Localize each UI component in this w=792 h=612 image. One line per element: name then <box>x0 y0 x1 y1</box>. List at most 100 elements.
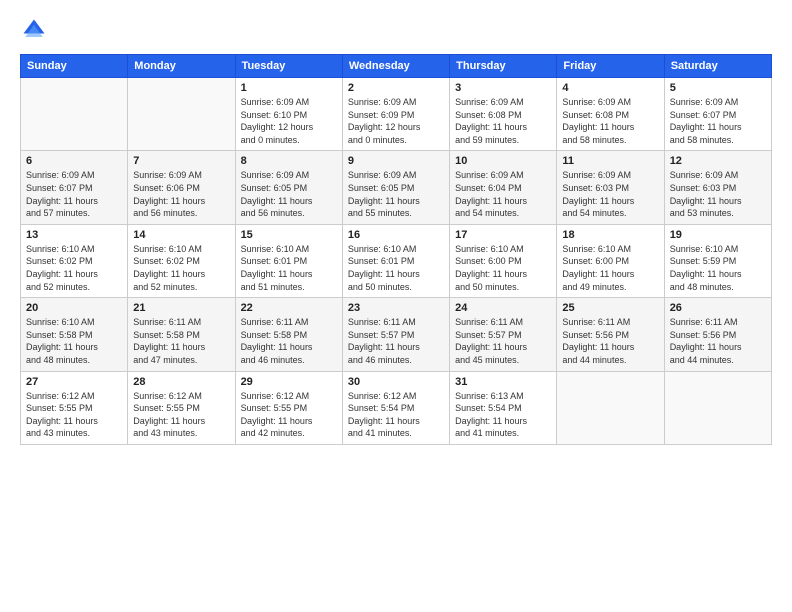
day-number: 2 <box>348 82 444 94</box>
calendar-day-cell: 29 Sunrise: 6:12 AM Sunset: 5:55 PM Dayli… <box>235 371 342 444</box>
day-number: 27 <box>26 376 122 388</box>
day-number: 4 <box>562 82 658 94</box>
day-number: 11 <box>562 155 658 167</box>
day-number: 5 <box>670 82 766 94</box>
calendar-day-cell: 9 Sunrise: 6:09 AM Sunset: 6:05 PM Daylig… <box>342 151 449 224</box>
day-number: 30 <box>348 376 444 388</box>
calendar-day-cell: 23 Sunrise: 6:11 AM Sunset: 5:57 PM Dayli… <box>342 298 449 371</box>
day-info: Sunrise: 6:11 AM Sunset: 5:56 PM Dayligh… <box>670 316 766 366</box>
calendar-day-cell: 17 Sunrise: 6:10 AM Sunset: 6:00 PM Dayli… <box>450 224 557 297</box>
day-number: 29 <box>241 376 337 388</box>
calendar-week-row: 13Sunrise: 6:10 AM Sunset: 6:02 PM Dayli… <box>21 224 772 297</box>
day-info: Sunrise: 6:11 AM Sunset: 5:57 PM Dayligh… <box>348 316 444 366</box>
calendar-day-cell <box>557 371 664 444</box>
calendar-day-cell: 13Sunrise: 6:10 AM Sunset: 6:02 PM Dayli… <box>21 224 128 297</box>
day-info: Sunrise: 6:10 AM Sunset: 6:02 PM Dayligh… <box>26 243 122 293</box>
day-info: Sunrise: 6:09 AM Sunset: 6:05 PM Dayligh… <box>241 169 337 219</box>
calendar-header-row: SundayMondayTuesdayWednesdayThursdayFrid… <box>21 55 772 78</box>
day-info: Sunrise: 6:12 AM Sunset: 5:55 PM Dayligh… <box>241 390 337 440</box>
day-number: 14 <box>133 229 229 241</box>
calendar-day-cell: 24 Sunrise: 6:11 AM Sunset: 5:57 PM Dayli… <box>450 298 557 371</box>
calendar-day-cell <box>128 78 235 151</box>
day-number: 16 <box>348 229 444 241</box>
calendar-day-cell: 22 Sunrise: 6:11 AM Sunset: 5:58 PM Dayli… <box>235 298 342 371</box>
calendar-week-row: 6Sunrise: 6:09 AM Sunset: 6:07 PM Daylig… <box>21 151 772 224</box>
calendar-day-cell <box>664 371 771 444</box>
calendar-day-cell: 15 Sunrise: 6:10 AM Sunset: 6:01 PM Dayli… <box>235 224 342 297</box>
calendar-day-cell: 16 Sunrise: 6:10 AM Sunset: 6:01 PM Dayli… <box>342 224 449 297</box>
day-number: 31 <box>455 376 551 388</box>
day-info: Sunrise: 6:09 AM Sunset: 6:06 PM Dayligh… <box>133 169 229 219</box>
day-info: Sunrise: 6:12 AM Sunset: 5:54 PM Dayligh… <box>348 390 444 440</box>
day-info: Sunrise: 6:09 AM Sunset: 6:08 PM Dayligh… <box>455 96 551 146</box>
day-info: Sunrise: 6:12 AM Sunset: 5:55 PM Dayligh… <box>133 390 229 440</box>
calendar-week-row: 20Sunrise: 6:10 AM Sunset: 5:58 PM Dayli… <box>21 298 772 371</box>
day-info: Sunrise: 6:11 AM Sunset: 5:58 PM Dayligh… <box>133 316 229 366</box>
calendar-day-cell: 12 Sunrise: 6:09 AM Sunset: 6:03 PM Dayli… <box>664 151 771 224</box>
day-of-week-header: Monday <box>128 55 235 78</box>
calendar-week-row: 1 Sunrise: 6:09 AM Sunset: 6:10 PM Daylig… <box>21 78 772 151</box>
day-info: Sunrise: 6:11 AM Sunset: 5:57 PM Dayligh… <box>455 316 551 366</box>
calendar-day-cell: 4Sunrise: 6:09 AM Sunset: 6:08 PM Daylig… <box>557 78 664 151</box>
calendar-day-cell: 19Sunrise: 6:10 AM Sunset: 5:59 PM Dayli… <box>664 224 771 297</box>
day-info: Sunrise: 6:12 AM Sunset: 5:55 PM Dayligh… <box>26 390 122 440</box>
calendar-day-cell: 31 Sunrise: 6:13 AM Sunset: 5:54 PM Dayli… <box>450 371 557 444</box>
day-of-week-header: Saturday <box>664 55 771 78</box>
calendar-day-cell: 27 Sunrise: 6:12 AM Sunset: 5:55 PM Dayli… <box>21 371 128 444</box>
day-info: Sunrise: 6:09 AM Sunset: 6:05 PM Dayligh… <box>348 169 444 219</box>
day-info: Sunrise: 6:09 AM Sunset: 6:09 PM Dayligh… <box>348 96 444 146</box>
day-number: 6 <box>26 155 122 167</box>
calendar-day-cell: 14 Sunrise: 6:10 AM Sunset: 6:02 PM Dayli… <box>128 224 235 297</box>
day-info: Sunrise: 6:09 AM Sunset: 6:03 PM Dayligh… <box>670 169 766 219</box>
day-info: Sunrise: 6:09 AM Sunset: 6:04 PM Dayligh… <box>455 169 551 219</box>
calendar-day-cell: 26 Sunrise: 6:11 AM Sunset: 5:56 PM Dayli… <box>664 298 771 371</box>
day-number: 1 <box>241 82 337 94</box>
logo <box>20 16 52 44</box>
day-info: Sunrise: 6:10 AM Sunset: 6:01 PM Dayligh… <box>348 243 444 293</box>
day-info: Sunrise: 6:10 AM Sunset: 6:01 PM Dayligh… <box>241 243 337 293</box>
calendar-day-cell: 2 Sunrise: 6:09 AM Sunset: 6:09 PM Daylig… <box>342 78 449 151</box>
calendar-day-cell: 6Sunrise: 6:09 AM Sunset: 6:07 PM Daylig… <box>21 151 128 224</box>
calendar-day-cell: 1 Sunrise: 6:09 AM Sunset: 6:10 PM Daylig… <box>235 78 342 151</box>
calendar-day-cell: 18Sunrise: 6:10 AM Sunset: 6:00 PM Dayli… <box>557 224 664 297</box>
day-of-week-header: Tuesday <box>235 55 342 78</box>
calendar-day-cell: 5 Sunrise: 6:09 AM Sunset: 6:07 PM Daylig… <box>664 78 771 151</box>
logo-icon <box>20 16 48 44</box>
day-number: 8 <box>241 155 337 167</box>
day-info: Sunrise: 6:11 AM Sunset: 5:58 PM Dayligh… <box>241 316 337 366</box>
day-info: Sunrise: 6:09 AM Sunset: 6:10 PM Dayligh… <box>241 96 337 146</box>
calendar-day-cell: 3 Sunrise: 6:09 AM Sunset: 6:08 PM Daylig… <box>450 78 557 151</box>
day-info: Sunrise: 6:09 AM Sunset: 6:03 PM Dayligh… <box>562 169 658 219</box>
calendar-day-cell: 11 Sunrise: 6:09 AM Sunset: 6:03 PM Dayli… <box>557 151 664 224</box>
day-number: 9 <box>348 155 444 167</box>
day-info: Sunrise: 6:10 AM Sunset: 6:02 PM Dayligh… <box>133 243 229 293</box>
calendar: SundayMondayTuesdayWednesdayThursdayFrid… <box>20 54 772 445</box>
day-number: 17 <box>455 229 551 241</box>
day-number: 19 <box>670 229 766 241</box>
day-number: 7 <box>133 155 229 167</box>
day-number: 18 <box>562 229 658 241</box>
day-number: 20 <box>26 302 122 314</box>
header <box>20 16 772 44</box>
day-info: Sunrise: 6:13 AM Sunset: 5:54 PM Dayligh… <box>455 390 551 440</box>
day-info: Sunrise: 6:09 AM Sunset: 6:07 PM Dayligh… <box>670 96 766 146</box>
day-number: 22 <box>241 302 337 314</box>
day-of-week-header: Wednesday <box>342 55 449 78</box>
day-number: 12 <box>670 155 766 167</box>
day-number: 10 <box>455 155 551 167</box>
calendar-day-cell: 28Sunrise: 6:12 AM Sunset: 5:55 PM Dayli… <box>128 371 235 444</box>
day-number: 15 <box>241 229 337 241</box>
day-number: 24 <box>455 302 551 314</box>
calendar-day-cell: 21Sunrise: 6:11 AM Sunset: 5:58 PM Dayli… <box>128 298 235 371</box>
page: SundayMondayTuesdayWednesdayThursdayFrid… <box>0 0 792 612</box>
calendar-day-cell: 10 Sunrise: 6:09 AM Sunset: 6:04 PM Dayli… <box>450 151 557 224</box>
calendar-day-cell <box>21 78 128 151</box>
calendar-week-row: 27 Sunrise: 6:12 AM Sunset: 5:55 PM Dayli… <box>21 371 772 444</box>
day-number: 26 <box>670 302 766 314</box>
day-number: 23 <box>348 302 444 314</box>
calendar-day-cell: 8 Sunrise: 6:09 AM Sunset: 6:05 PM Daylig… <box>235 151 342 224</box>
day-number: 25 <box>562 302 658 314</box>
day-of-week-header: Friday <box>557 55 664 78</box>
day-info: Sunrise: 6:10 AM Sunset: 6:00 PM Dayligh… <box>455 243 551 293</box>
day-number: 3 <box>455 82 551 94</box>
